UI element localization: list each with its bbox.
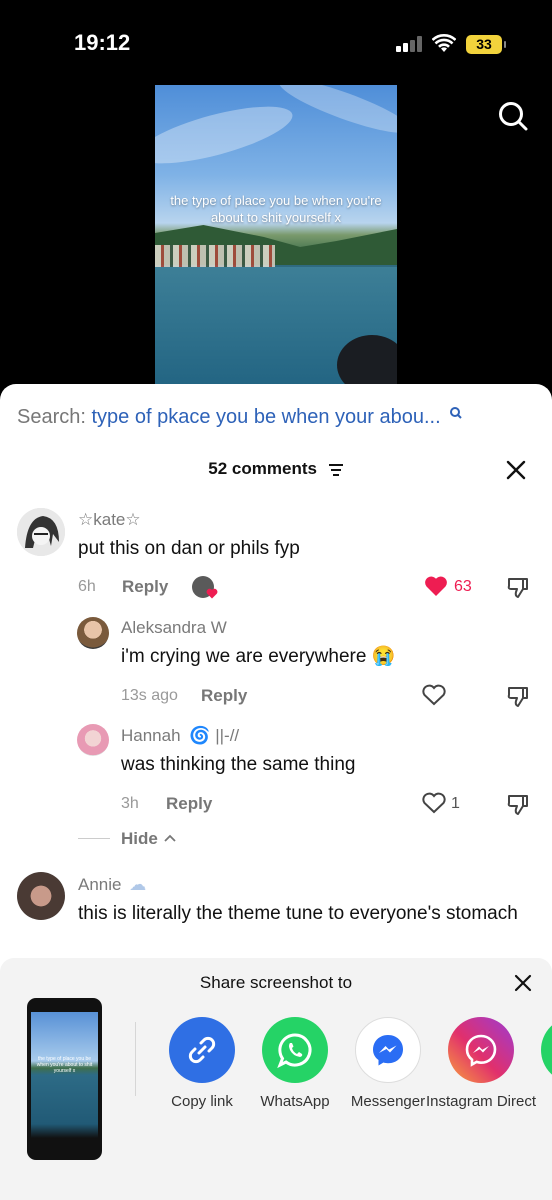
dislike-icon[interactable] <box>506 792 530 816</box>
share-copy-link[interactable]: Copy link <box>169 1017 235 1110</box>
avatar[interactable] <box>77 724 109 756</box>
search-icon[interactable] <box>497 100 529 132</box>
comment-text: this is literally the theme tune to ever… <box>78 903 518 924</box>
share-sheet: Share screenshot to the type of place yo… <box>0 958 552 1200</box>
thumbnail-caption: the type of place you be when you're abo… <box>36 1056 93 1074</box>
search-label: Search: <box>17 406 86 428</box>
like-icon[interactable] <box>424 575 448 597</box>
status-time: 19:12 <box>74 30 131 55</box>
comment-username[interactable]: Annie ☁ <box>78 875 146 895</box>
hide-divider <box>78 838 110 839</box>
instagram-direct-icon <box>465 1034 497 1067</box>
video-player[interactable]: the type of place you be when you're abo… <box>155 85 397 385</box>
share-messenger[interactable]: Messenger <box>351 1017 425 1110</box>
chevron-up-icon <box>164 834 176 842</box>
whatsapp-icon <box>277 1033 312 1069</box>
comment-text: put this on dan or phils fyp <box>78 538 300 559</box>
spiral-emoji-icon: 🌀 <box>189 726 211 745</box>
comment-username[interactable]: ☆kate☆ <box>78 510 141 530</box>
comment-text: i'm crying we are everywhere 😭 <box>121 646 396 667</box>
comment-search-bar[interactable]: Search: type of pkace you be when your a… <box>17 406 463 429</box>
like-icon[interactable] <box>422 792 446 814</box>
share-whatsapp[interactable]: WhatsApp <box>260 1017 330 1110</box>
status-bar: 19:12 33 <box>0 0 552 80</box>
messenger-icon <box>373 1035 403 1066</box>
video-caption: the type of place you be when you're abo… <box>170 193 382 225</box>
dislike-icon[interactable] <box>506 575 530 599</box>
comment-time: 6h <box>78 578 96 595</box>
wifi-icon <box>432 34 456 52</box>
sort-icon[interactable] <box>328 463 344 476</box>
share-divider <box>135 1022 136 1096</box>
avatar[interactable] <box>17 508 65 556</box>
comments-count: 52 comments <box>208 459 317 478</box>
screenshot-thumbnail[interactable]: the type of place you be when you're abo… <box>27 998 102 1160</box>
search-query[interactable]: type of pkace you be when your abou... <box>92 406 441 428</box>
signal-icon <box>396 36 422 52</box>
heart-filled-icon <box>206 588 218 599</box>
link-icon <box>188 1036 216 1064</box>
reply-button[interactable]: Reply <box>166 794 212 814</box>
close-icon[interactable] <box>506 460 526 480</box>
avatar[interactable] <box>17 872 65 920</box>
dislike-icon[interactable] <box>506 684 530 708</box>
comment-username[interactable]: Aleksandra W <box>121 618 227 638</box>
comment-text: was thinking the same thing <box>121 754 356 775</box>
share-instagram-direct[interactable]: Instagram Direct <box>426 1017 536 1110</box>
avatar[interactable] <box>77 617 109 649</box>
share-more-app[interactable] <box>541 1017 552 1083</box>
close-share-icon[interactable] <box>514 974 532 992</box>
cloud-emoji-icon: ☁ <box>129 875 147 894</box>
like-count: 63 <box>454 578 472 595</box>
comments-header: 52 comments <box>0 459 552 479</box>
reply-button[interactable]: Reply <box>122 577 168 597</box>
comment-username[interactable]: Hannah 🌀 ||-// <box>121 726 239 746</box>
share-app-label: Instagram Direct <box>425 1093 537 1110</box>
search-small-icon <box>450 407 462 419</box>
battery-icon: 33 <box>466 35 506 54</box>
comment-time: 13s ago <box>121 687 178 704</box>
comment-time: 3h <box>121 795 139 812</box>
like-count: 1 <box>451 795 460 812</box>
reply-button[interactable]: Reply <box>201 686 247 706</box>
share-title: Share screenshot to <box>199 973 353 992</box>
like-icon[interactable] <box>422 684 446 706</box>
hide-label: Hide <box>121 829 158 848</box>
